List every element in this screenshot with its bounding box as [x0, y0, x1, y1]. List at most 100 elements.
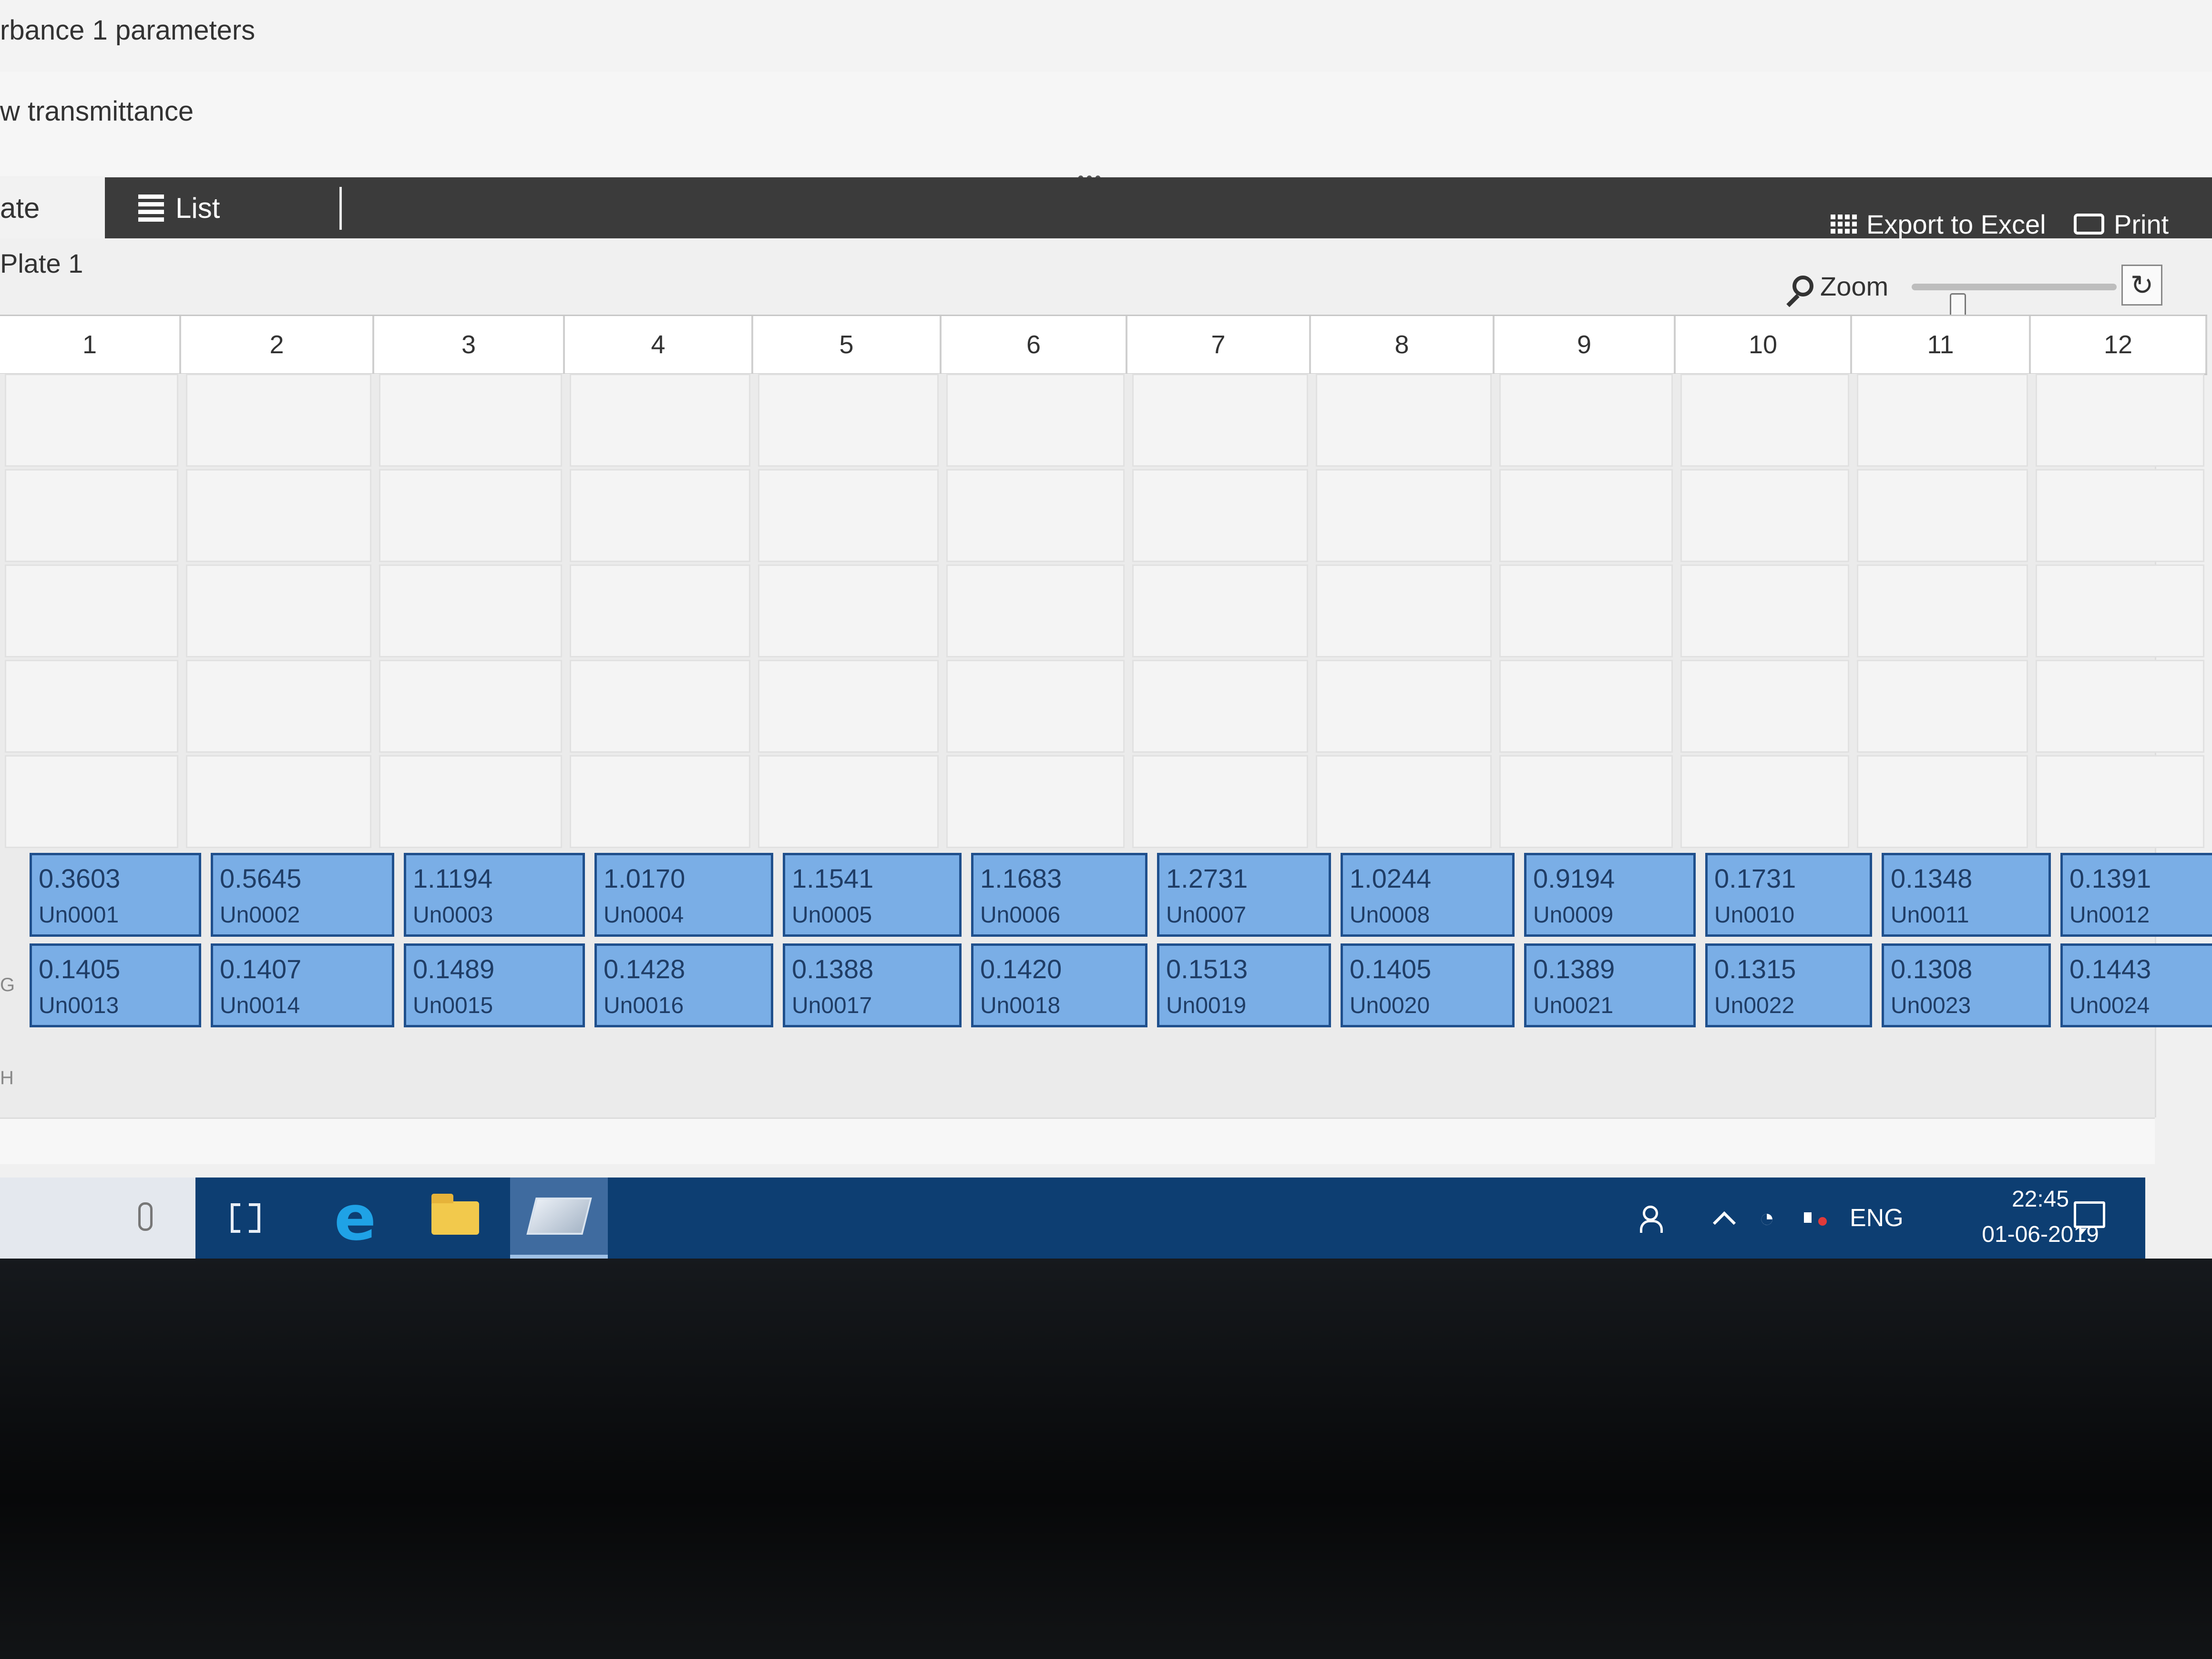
empty-well[interactable]	[946, 374, 1125, 467]
row-g-well-10[interactable]: 0.1731 Un0010	[1705, 853, 1872, 937]
empty-well[interactable]	[1316, 564, 1492, 657]
search-box[interactable]	[0, 1178, 195, 1259]
empty-well[interactable]	[1680, 660, 1849, 753]
row-h-well-4[interactable]: 0.1428 Un0016	[594, 943, 773, 1027]
empty-well[interactable]	[1857, 374, 2028, 467]
empty-well[interactable]	[5, 374, 178, 467]
horizontal-scrollbar[interactable]	[0, 1117, 2155, 1164]
row-g-well-1[interactable]: 0.3603 Un0001	[30, 853, 201, 937]
row-g-well-11[interactable]: 0.1348 Un0011	[1882, 853, 2051, 937]
empty-well[interactable]	[946, 469, 1125, 562]
people-button[interactable]	[1640, 1178, 1669, 1259]
edge-browser-button[interactable]: e	[324, 1178, 386, 1259]
row-g-well-7[interactable]: 1.2731 Un0007	[1157, 853, 1331, 937]
row-h-well-5[interactable]: 0.1388 Un0017	[783, 943, 962, 1027]
empty-well[interactable]	[570, 469, 750, 562]
export-to-excel-button[interactable]: Export to Excel	[1831, 193, 2046, 255]
clock-button[interactable]: 22:45 01-06-2019	[1921, 1178, 2099, 1259]
empty-well[interactable]	[379, 469, 562, 562]
empty-well[interactable]	[758, 755, 939, 848]
empty-well[interactable]	[1857, 755, 2028, 848]
row-g-well-6[interactable]: 1.1683 Un0006	[971, 853, 1147, 937]
empty-well[interactable]	[1316, 469, 1492, 562]
empty-well[interactable]	[946, 660, 1125, 753]
column-header-3[interactable]: 3	[374, 316, 565, 373]
empty-well[interactable]	[5, 469, 178, 562]
empty-well[interactable]	[1499, 374, 1673, 467]
column-header-4[interactable]: 4	[565, 316, 753, 373]
task-view-button[interactable]	[217, 1178, 274, 1259]
column-header-11[interactable]: 11	[1852, 316, 2031, 373]
empty-well[interactable]	[758, 564, 939, 657]
row-h-well-11[interactable]: 0.1308 Un0023	[1882, 943, 2051, 1027]
row-h-well-1[interactable]: 0.1405 Un0013	[30, 943, 201, 1027]
row-g-well-12[interactable]: 0.1391 Un0012	[2060, 853, 2212, 937]
empty-well[interactable]	[758, 374, 939, 467]
microphone-icon[interactable]	[138, 1202, 153, 1231]
column-header-7[interactable]: 7	[1127, 316, 1311, 373]
row-h-well-10[interactable]: 0.1315 Un0022	[1705, 943, 1872, 1027]
empty-well[interactable]	[1132, 374, 1308, 467]
column-header-5[interactable]: 5	[753, 316, 942, 373]
empty-well[interactable]	[186, 755, 371, 848]
empty-well[interactable]	[2036, 469, 2204, 562]
input-language-button[interactable]: ENG	[1850, 1178, 1904, 1259]
row-g-well-4[interactable]: 1.0170 Un0004	[594, 853, 773, 937]
zoom-reset-button[interactable]: ↻	[2121, 265, 2162, 306]
empty-well[interactable]	[1857, 660, 2028, 753]
network-button[interactable]: ◔	[1759, 1178, 1775, 1259]
empty-well[interactable]	[379, 564, 562, 657]
parameters-subtitle-row[interactable]: w transmittance	[0, 72, 2212, 176]
row-h-well-12[interactable]: 0.1443 Un0024	[2060, 943, 2212, 1027]
row-h-well-3[interactable]: 0.1489 Un0015	[404, 943, 585, 1027]
empty-well[interactable]	[1316, 374, 1492, 467]
empty-well[interactable]	[1132, 660, 1308, 753]
empty-well[interactable]	[1132, 469, 1308, 562]
column-header-8[interactable]: 8	[1311, 316, 1495, 373]
empty-well[interactable]	[1857, 564, 2028, 657]
volume-button[interactable]	[1802, 1178, 1828, 1259]
tab-plate[interactable]: ate	[0, 177, 105, 238]
column-header-1[interactable]: 1	[0, 316, 181, 373]
empty-well[interactable]	[1499, 469, 1673, 562]
empty-well[interactable]	[186, 374, 371, 467]
empty-well[interactable]	[186, 564, 371, 657]
show-hidden-icons-button[interactable]	[1712, 1178, 1736, 1259]
row-h-well-8[interactable]: 0.1405 Un0020	[1341, 943, 1515, 1027]
empty-well[interactable]	[379, 755, 562, 848]
empty-well[interactable]	[379, 374, 562, 467]
empty-well[interactable]	[2036, 374, 2204, 467]
empty-well[interactable]	[1680, 564, 1849, 657]
empty-well[interactable]	[1680, 755, 1849, 848]
empty-well[interactable]	[5, 564, 178, 657]
empty-well[interactable]	[1316, 755, 1492, 848]
row-g-well-2[interactable]: 0.5645 Un0002	[211, 853, 394, 937]
empty-well[interactable]	[1680, 374, 1849, 467]
row-h-well-9[interactable]: 0.1389 Un0021	[1524, 943, 1696, 1027]
empty-well[interactable]	[946, 755, 1125, 848]
empty-well[interactable]	[2036, 660, 2204, 753]
row-h-well-6[interactable]: 0.1420 Un0018	[971, 943, 1147, 1027]
empty-well[interactable]	[186, 469, 371, 562]
empty-well[interactable]	[1680, 469, 1849, 562]
empty-well[interactable]	[5, 755, 178, 848]
empty-well[interactable]	[2036, 755, 2204, 848]
empty-well[interactable]	[1132, 564, 1308, 657]
empty-well[interactable]	[946, 564, 1125, 657]
empty-well[interactable]	[1499, 660, 1673, 753]
row-g-well-3[interactable]: 1.1194 Un0003	[404, 853, 585, 937]
column-header-9[interactable]: 9	[1495, 316, 1676, 373]
empty-well[interactable]	[186, 660, 371, 753]
print-button[interactable]: Print	[2074, 193, 2169, 255]
empty-well[interactable]	[1132, 755, 1308, 848]
column-header-12[interactable]: 12	[2031, 316, 2207, 373]
empty-well[interactable]	[570, 660, 750, 753]
empty-well[interactable]	[1857, 469, 2028, 562]
empty-well[interactable]	[379, 660, 562, 753]
empty-well[interactable]	[5, 660, 178, 753]
file-explorer-button[interactable]	[424, 1178, 486, 1259]
empty-well[interactable]	[758, 469, 939, 562]
column-header-2[interactable]: 2	[181, 316, 374, 373]
row-g-well-9[interactable]: 0.9194 Un0009	[1524, 853, 1696, 937]
column-header-6[interactable]: 6	[942, 316, 1127, 373]
